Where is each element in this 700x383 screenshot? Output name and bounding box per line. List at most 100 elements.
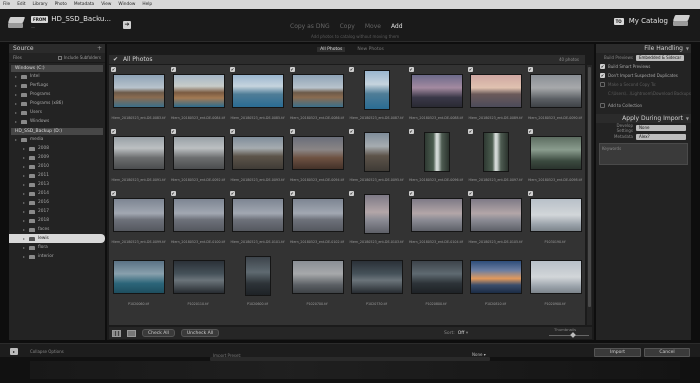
photo-thumbnail[interactable] xyxy=(292,199,343,231)
menu-item-file[interactable]: File xyxy=(3,2,10,7)
photo-thumbnail[interactable] xyxy=(292,75,343,107)
second-copy-row[interactable]: Make a Second Copy To: xyxy=(596,80,691,89)
grid-scrollbar[interactable] xyxy=(587,65,592,325)
photo-thumbnail[interactable] xyxy=(471,261,521,293)
folder-item[interactable]: ▸ Windows xyxy=(9,117,105,126)
destination-selector[interactable]: TO My Catalog xyxy=(613,15,691,27)
add-icon[interactable]: + xyxy=(97,44,102,53)
mode-copy-as-dng[interactable]: Copy as DNG xyxy=(290,23,330,30)
folder-item[interactable]: ▸ 2017 xyxy=(9,207,105,216)
photo-checkbox-icon[interactable]: ✔ xyxy=(527,67,533,72)
photo-checkbox-icon[interactable]: ✔ xyxy=(408,191,414,196)
folder-item[interactable]: ▸ 2016 xyxy=(9,198,105,207)
photo-cell[interactable]: P1020060.tif xyxy=(109,251,168,308)
photo-checkbox-icon[interactable]: ✔ xyxy=(111,67,116,72)
disclosure-triangle-icon[interactable]: ▸ xyxy=(23,207,25,216)
disclosure-triangle-icon[interactable]: ▸ xyxy=(23,144,25,153)
file-handling-header[interactable]: File Handling ▼ xyxy=(596,44,691,53)
photo-cell[interactable]: ✔ Hiern_20180523_ent-DE-0084.tif xyxy=(169,65,228,122)
photo-thumbnail[interactable] xyxy=(233,137,283,169)
include-subfolders-toggle[interactable]: Include Subfolders xyxy=(57,55,101,60)
photo-cell[interactable]: ✔ Hiern_20180523_ent-DE-0086.tif xyxy=(288,65,347,122)
source-selector[interactable]: FROM HD_SSD_Backu... — xyxy=(7,15,111,30)
photo-cell[interactable]: ✔ Hiern_20180523_ent-DE-0100.tif xyxy=(169,189,228,246)
photo-checkbox-icon[interactable]: ✔ xyxy=(111,129,116,134)
volume-header[interactable]: Windows (C:) xyxy=(11,65,103,72)
disclosure-triangle-icon[interactable]: ▸ xyxy=(23,171,25,180)
develop-settings-select[interactable]: None xyxy=(636,124,686,131)
photo-thumbnail[interactable] xyxy=(365,195,389,233)
photo-checkbox-icon[interactable]: ✔ xyxy=(111,191,116,196)
photo-thumbnail[interactable] xyxy=(173,75,224,107)
photo-thumbnail[interactable] xyxy=(530,261,581,293)
expand-toggle-icon[interactable]: ▸ xyxy=(10,348,18,355)
photo-thumbnail[interactable] xyxy=(411,261,462,293)
folder-item[interactable]: ▸ 2008 xyxy=(9,144,105,153)
photo-cell[interactable]: ✔ Hiern_20180523_ent-DE-0104.tif xyxy=(407,189,466,246)
loupe-view-icon[interactable] xyxy=(127,329,136,337)
folder-item[interactable]: ▸ Programs xyxy=(9,90,105,99)
photo-cell[interactable]: ✔ Hiern_20180523_ent-DE-0096.tif xyxy=(407,127,466,184)
checkbox-checked-icon[interactable]: ✔ xyxy=(600,64,605,69)
photo-checkbox-icon[interactable]: ✔ xyxy=(468,191,473,196)
checkbox-icon[interactable] xyxy=(600,103,605,108)
source-panel-header[interactable]: Source + xyxy=(9,44,105,53)
photo-cell[interactable]: ✔ Hiern_20180523_ent-DE-0095.tif xyxy=(347,127,406,184)
photo-cell[interactable]: P1020810.tif xyxy=(466,251,525,308)
photo-cell[interactable]: ✔ Hiern_20180523_ent-DE-0090.tif xyxy=(526,65,585,122)
folder-item[interactable]: ▸ 2009 xyxy=(9,153,105,162)
sort-control[interactable]: Sort: Off ▾ xyxy=(444,331,468,336)
folder-item[interactable]: ▸ Programs (x86) xyxy=(9,99,105,108)
photo-checkbox-icon[interactable]: ✔ xyxy=(289,67,295,72)
photo-cell[interactable]: ✔ Hiern_20180523_ent-DE-0089.tif xyxy=(466,65,525,122)
photo-cell[interactable]: ✔ Hiern_20180523_ent-DE-0105.tif xyxy=(466,189,525,246)
checkbox-icon[interactable] xyxy=(600,82,605,87)
photo-checkbox-icon[interactable]: ✔ xyxy=(230,191,235,196)
uncheck-all-button[interactable]: Uncheck All xyxy=(180,329,220,337)
disclosure-triangle-icon[interactable]: ▸ xyxy=(15,81,17,90)
disclosure-triangle-icon[interactable]: ▸ xyxy=(15,135,17,144)
photo-thumbnail[interactable] xyxy=(424,133,449,171)
photo-thumbnail[interactable] xyxy=(365,133,389,171)
disclosure-triangle-icon[interactable]: ▸ xyxy=(15,108,17,117)
photo-thumbnail[interactable] xyxy=(114,199,164,231)
folder-item[interactable]: ▸ lewis xyxy=(9,234,105,243)
folder-item[interactable]: ▸ faces xyxy=(9,225,105,234)
photo-cell[interactable]: ✔ Hiern_20180523_ent-DE-0098.tif xyxy=(526,127,585,184)
folder-item[interactable]: ▸ 2013 xyxy=(9,180,105,189)
photo-thumbnail[interactable] xyxy=(114,137,164,169)
photo-thumbnail[interactable] xyxy=(352,261,402,293)
thumbnail-size-slider[interactable] xyxy=(549,332,589,338)
folder-item[interactable]: ▸ Intel xyxy=(9,72,105,81)
photo-checkbox-icon[interactable]: ✔ xyxy=(170,67,176,72)
collapse-triangle-icon[interactable]: ▼ xyxy=(686,44,689,53)
photo-thumbnail[interactable] xyxy=(471,75,521,107)
photo-thumbnail[interactable] xyxy=(471,199,521,231)
disclosure-triangle-icon[interactable]: ▸ xyxy=(15,90,17,99)
photo-cell[interactable]: ✔ Hiern_20180523_ent-DE-0083.tif xyxy=(109,65,168,122)
photo-checkbox-icon[interactable]: ✔ xyxy=(230,129,235,134)
menu-item-metadata[interactable]: Metadata xyxy=(74,2,94,7)
photo-checkbox-icon[interactable]: ✔ xyxy=(289,191,295,196)
photo-thumbnail[interactable] xyxy=(484,133,508,171)
photo-checkbox-icon[interactable]: ✔ xyxy=(170,191,176,196)
photo-cell[interactable]: ✔ Hiern_20180523_ent-DE-0094.tif xyxy=(288,127,347,184)
collapse-options-label[interactable]: Collapse Options xyxy=(30,349,64,354)
photo-cell[interactable]: ✔ Hiern_20180523_ent-DE-0088.tif xyxy=(407,65,466,122)
mode-move[interactable]: Move xyxy=(365,23,381,30)
duplicates-row[interactable]: ✔ Don't Import Suspected Duplicates xyxy=(596,71,691,80)
mode-add[interactable]: Add xyxy=(391,23,403,30)
disclosure-triangle-icon[interactable]: ▸ xyxy=(23,153,25,162)
photo-thumbnail[interactable] xyxy=(173,137,224,169)
import-preset-value[interactable]: None ▾ xyxy=(472,352,486,357)
photo-thumbnail[interactable] xyxy=(233,75,283,107)
photo-cell[interactable]: ✔ Hiern_20180523_ent-DE-0102.tif xyxy=(288,189,347,246)
photo-thumbnail[interactable] xyxy=(292,261,343,293)
photo-checkbox-icon[interactable]: ✔ xyxy=(527,191,533,196)
photo-thumbnail[interactable] xyxy=(114,75,164,107)
photo-cell[interactable]: ✔ Hiern_20180523_ent-DE-0085.tif xyxy=(228,65,287,122)
photo-checkbox-icon[interactable]: ✔ xyxy=(408,129,414,134)
smart-previews-row[interactable]: ✔ Build Smart Previews xyxy=(596,62,691,71)
photo-thumbnail[interactable] xyxy=(411,199,462,231)
cancel-button[interactable]: Cancel xyxy=(644,348,690,357)
